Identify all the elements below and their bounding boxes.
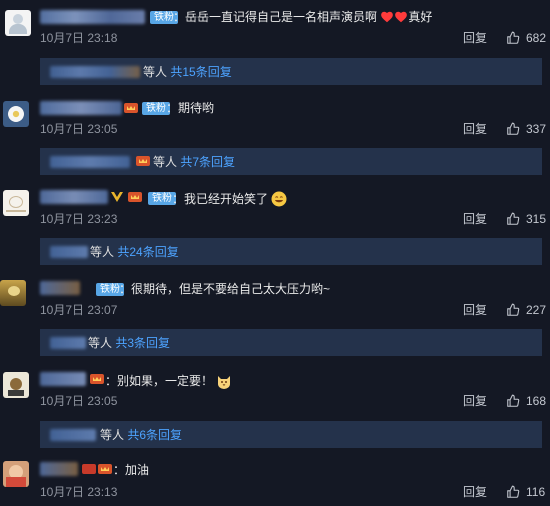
thumbs-up-icon[interactable] [506,303,520,317]
like-count: 315 [526,212,547,226]
reply-button[interactable]: 回复 [463,31,487,45]
reply-button[interactable]: 回复 [463,303,487,317]
reply-button[interactable]: 回复 [463,394,487,408]
text-colon: ： [105,374,118,388]
timestamp: 10月7日 23:23 [40,212,118,226]
comment-text: ：加油 [113,463,149,477]
like-count: 116 [526,485,546,499]
vip-crown-icon [82,464,96,474]
username-obscured[interactable] [40,281,80,295]
reply-summary-suffix: 等人 [153,155,178,169]
reply-summary[interactable]: 等人 共6条回复 [40,421,542,448]
comment-body: 期待哟 [178,101,215,115]
view-replies-link[interactable]: 共3条回复 [115,336,170,350]
thumbs-up-icon[interactable] [506,31,520,45]
reply-summary-suffix: 等人 [90,245,115,259]
thumbs-up-icon[interactable] [506,394,520,408]
vip-crown-icon [90,374,104,384]
reply-summary[interactable]: 等人 共3条回复 [40,329,542,356]
comment-body: 我已经开始笑了 [184,192,269,206]
thumbs-up-icon[interactable] [506,122,520,136]
reply-button[interactable]: 回复 [463,122,487,136]
reply-summary-text[interactable]: 等人 共7条回复 [153,155,235,169]
text-colon: ： [172,192,185,206]
thumbs-up-icon[interactable] [506,485,520,499]
reply-button[interactable]: 回复 [463,485,487,499]
comment-text: ：别如果，一定要！ [105,373,232,389]
grin-emoji-icon [271,191,287,207]
comment-text: ：很期待，但是不要给自己太大压力哟~ [119,282,330,296]
username-obscured[interactable] [40,462,78,476]
reply-usernames-obscured [50,429,96,441]
text-colon: ： [166,101,179,115]
thumbs-up-icon[interactable] [506,212,520,226]
reply-summary-suffix: 等人 [143,65,168,79]
reply-summary-text[interactable]: 等人 共24条回复 [90,245,179,259]
comment-text: ：岳岳一直记得自己是一名相声演员啊 真好 [173,10,432,24]
vip-crown-icon [98,464,112,474]
vip-crown-icon [136,156,150,166]
comment-body: 岳岳一直记得自己是一名相声演员啊 [185,10,378,24]
like-count: 168 [526,394,547,408]
username-obscured[interactable] [40,190,108,204]
avatar[interactable] [5,10,31,36]
like-count: 682 [526,31,547,45]
avatar[interactable] [3,372,29,398]
vip-crown-icon [124,103,138,113]
heart-icon [381,11,394,23]
comment-body: 加油 [125,463,150,477]
reply-summary-suffix: 等人 [100,428,125,442]
reply-summary-text[interactable]: 等人 共6条回复 [100,428,182,442]
comment-body: 别如果，一定要！ [117,374,214,388]
reply-usernames-obscured [50,337,86,349]
avatar[interactable] [3,461,29,487]
view-replies-link[interactable]: 共6条回复 [127,428,182,442]
reply-summary-text[interactable]: 等人 共15条回复 [143,65,232,79]
like-count: 227 [526,303,547,317]
comment-text: ：我已经开始笑了 [172,191,287,207]
view-replies-link[interactable]: 共7条回复 [180,155,235,169]
like-count: 337 [526,122,547,136]
reply-summary[interactable]: 等人 共7条回复 [40,148,542,175]
timestamp: 10月7日 23:05 [40,122,118,136]
reply-usernames-obscured [50,66,140,78]
username-obscured[interactable] [40,372,86,386]
view-replies-link[interactable]: 共24条回复 [117,245,178,259]
comment-text: ：期待哟 [166,101,214,115]
view-replies-link[interactable]: 共15条回复 [170,65,231,79]
reply-usernames-obscured [50,156,130,168]
timestamp: 10月7日 23:05 [40,394,118,408]
heart-icon [395,11,408,23]
reply-summary[interactable]: 等人 共24条回复 [40,238,542,265]
reply-summary-text[interactable]: 等人 共3条回复 [88,336,170,350]
reply-usernames-obscured [50,246,88,258]
timestamp: 10月7日 23:18 [40,31,118,45]
timestamp: 10月7日 23:07 [40,303,118,317]
comment-body: 很期待，但是不要给自己太大压力哟~ [131,282,331,296]
text-colon: ： [119,282,132,296]
text-colon: ： [173,10,186,24]
reply-button[interactable]: 回复 [463,212,487,226]
avatar[interactable] [3,101,29,127]
comment-body-suffix: 真好 [408,10,433,24]
vip-crown-icon [128,192,142,202]
reply-summary[interactable]: 等人 共15条回复 [40,58,542,85]
avatar[interactable] [0,280,26,306]
avatar[interactable] [3,190,29,216]
username-obscured[interactable] [40,10,145,24]
timestamp: 10月7日 23:13 [40,485,118,499]
text-colon: ： [113,463,126,477]
vip-crown-icon [111,192,123,202]
reply-summary-suffix: 等人 [88,336,113,350]
username-obscured[interactable] [40,101,122,115]
cat-emoji-icon [218,376,231,389]
